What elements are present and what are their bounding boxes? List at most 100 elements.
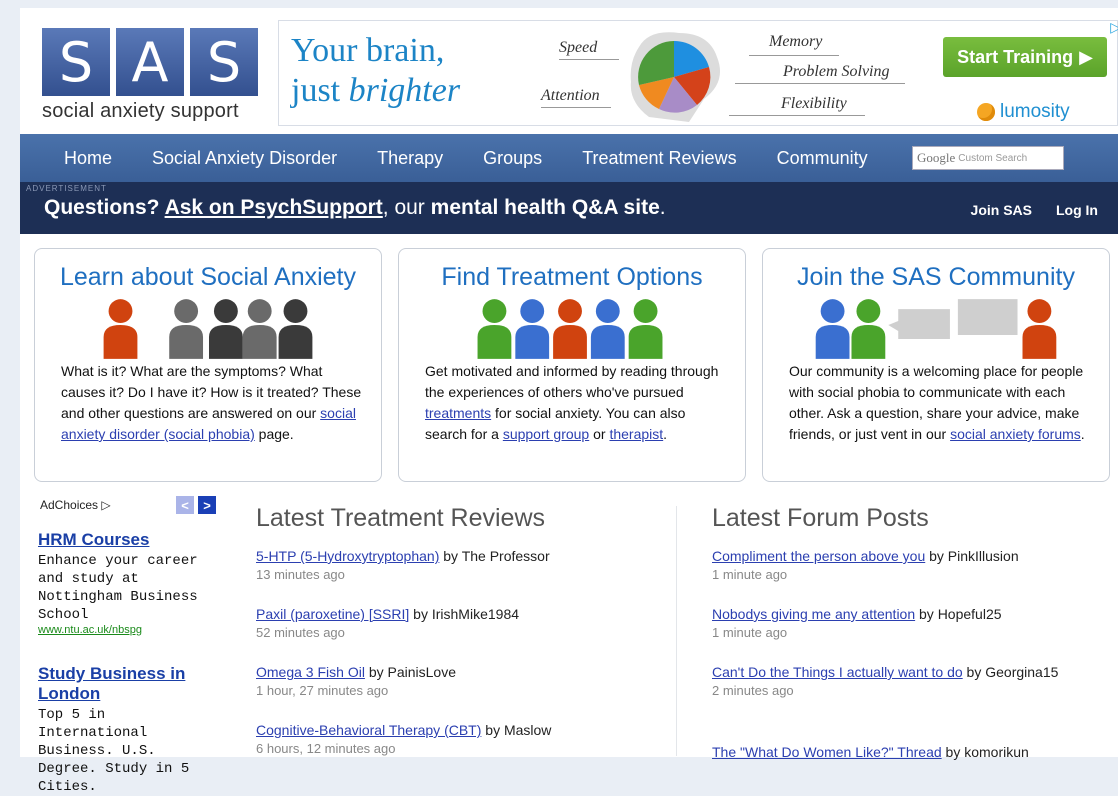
banner-line [729, 115, 865, 116]
banner-label-problem-solving: Problem Solving [783, 63, 890, 80]
adchoices-label[interactable]: AdChoices ▷ [40, 498, 111, 512]
support-group-link[interactable]: support group [503, 426, 589, 442]
ad-item[interactable]: Study Business in London Top 5 in Intern… [38, 664, 218, 796]
latest-reviews: Latest Treatment Reviews 5-HTP (5-Hydrox… [256, 504, 656, 756]
logo-tagline: social anxiety support [42, 100, 239, 122]
feature-community-title[interactable]: Join the SAS Community [763, 263, 1109, 292]
logo-letter-s2: S [190, 28, 258, 96]
lumosity-brand: lumosity [977, 101, 1070, 123]
social-anxiety-forums-link[interactable]: social anxiety forums [950, 426, 1081, 442]
timestamp: 52 minutes ago [256, 625, 345, 640]
log-in-link[interactable]: Log In [1056, 202, 1098, 218]
list-item: Can't Do the Things I actually want to d… [712, 664, 1072, 698]
timestamp: 1 minute ago [712, 625, 788, 640]
psychsupport-bar: ADVERTISEMENT Questions? Ask on PsychSup… [20, 182, 1118, 234]
page: S A S social anxiety support Your brain,… [20, 8, 1118, 795]
logo-letter-a: A [116, 28, 184, 96]
list-item: 5-HTP (5-Hydroxytryptophan) by The Profe… [256, 548, 550, 582]
banner-headline-line1: Your brain, [291, 32, 445, 69]
banner-label-memory: Memory [769, 33, 823, 50]
nav-item-social-anxiety-disorder[interactable]: Social Anxiety Disorder [152, 148, 337, 169]
lumosity-banner-ad[interactable]: Your brain, just brighter Speed Attentio… [278, 19, 1118, 126]
forum-post-link[interactable]: Compliment the person above you [712, 548, 925, 564]
list-item: The "What Do Women Like?" Thread by komo… [712, 744, 1029, 760]
google-brand: Google [917, 150, 956, 165]
nav-item-groups[interactable]: Groups [483, 148, 542, 169]
banner-label-flexibility: Flexibility [781, 95, 847, 112]
search-placeholder: Custom Search [958, 152, 1028, 164]
lumosity-logo-icon [977, 103, 995, 121]
psychsupport-promo: Questions? Ask on PsychSupport, our ment… [44, 196, 666, 219]
ad-info-icon[interactable]: ▷ [1110, 19, 1118, 36]
brain-pie-chart-icon [630, 32, 721, 122]
feature-learn-text: What is it? What are the symptoms? What … [61, 363, 362, 442]
latest-forum-posts: Latest Forum Posts Compliment the person… [712, 504, 1112, 760]
lumosity-brand-text: lumosity [1000, 101, 1070, 122]
timestamp: 6 hours, 12 minutes ago [256, 741, 396, 756]
ad-url[interactable]: www.ntu.ac.uk/nbspg [38, 624, 218, 636]
feature-community: Join the SAS Community Our community is … [762, 248, 1110, 482]
review-link[interactable]: Cognitive-Behavioral Therapy (CBT) [256, 722, 481, 738]
adchoices-icon: ▷ [101, 498, 111, 512]
feature-learn-title[interactable]: Learn about Social Anxiety [35, 263, 381, 292]
ad-prev-button[interactable]: < [176, 496, 194, 514]
main-nav: Home Social Anxiety Disorder Therapy Gro… [20, 134, 1118, 182]
forum-post-link[interactable]: Can't Do the Things I actually want to d… [712, 664, 963, 680]
banner-label-speed: Speed [559, 39, 598, 56]
list-item: Cognitive-Behavioral Therapy (CBT) by Ma… [256, 722, 552, 756]
banner-line [559, 59, 619, 60]
search-input[interactable]: Google Custom Search [912, 146, 1064, 170]
people-group-icon [477, 299, 663, 359]
banner-line [541, 107, 611, 108]
ad-title[interactable]: HRM Courses [38, 530, 218, 550]
account-links: Join SAS Log In [971, 202, 1098, 218]
review-link[interactable]: Paxil (paroxetine) [SSRI] [256, 606, 409, 622]
list-item: Compliment the person above you by PinkI… [712, 548, 1019, 582]
timestamp: 1 hour, 27 minutes ago [256, 683, 389, 698]
list-item: Nobodys giving me any attention by Hopef… [712, 606, 1002, 640]
feature-treatment-title[interactable]: Find Treatment Options [399, 263, 745, 292]
review-link[interactable]: 5-HTP (5-Hydroxytryptophan) [256, 548, 439, 564]
feature-treatment: Find Treatment Options Get motivated and… [398, 248, 746, 482]
therapist-link[interactable]: therapist [609, 426, 663, 442]
forum-post-link[interactable]: The "What Do Women Like?" Thread [712, 744, 942, 760]
nav-item-home[interactable]: Home [64, 148, 112, 169]
nav-item-therapy[interactable]: Therapy [377, 148, 443, 169]
treatments-link[interactable]: treatments [425, 405, 491, 421]
timestamp: 2 minutes ago [712, 683, 794, 698]
banner-headline: Your brain, just brighter [291, 31, 460, 111]
speech-bubble-icon [957, 299, 1018, 335]
join-sas-link[interactable]: Join SAS [971, 202, 1032, 218]
ad-title[interactable]: Study Business in London [38, 664, 218, 704]
list-item: Paxil (paroxetine) [SSRI] by IrishMike19… [256, 606, 520, 640]
speech-bubble-icon [888, 309, 950, 339]
timestamp: 13 minutes ago [256, 567, 345, 582]
banner-line [749, 55, 839, 56]
forum-post-link[interactable]: Nobodys giving me any attention [712, 606, 915, 622]
sas-logo[interactable]: S A S social anxiety support [42, 28, 262, 128]
nav-item-community[interactable]: Community [777, 148, 868, 169]
ad-description: Top 5 in International Business. U.S. De… [38, 707, 190, 795]
timestamp: 1 minute ago [712, 567, 788, 582]
ad-next-button[interactable]: > [198, 496, 216, 514]
start-training-button[interactable]: Start Training ▶ [943, 37, 1107, 77]
feature-community-text: Our community is a welcoming place for p… [789, 363, 1085, 442]
banner-label-attention: Attention [541, 87, 600, 104]
people-chatting-icon [815, 299, 1057, 359]
people-group-icon [103, 299, 313, 359]
feature-treatment-text: Get motivated and informed by reading th… [425, 363, 719, 442]
banner-line [735, 83, 905, 84]
start-training-label: Start Training [957, 46, 1074, 67]
logo-letter-s: S [42, 28, 110, 96]
feature-learn: Learn about Social Anxiety What is it? W… [34, 248, 382, 482]
play-arrow-icon: ▶ [1079, 46, 1093, 67]
advertisement-label: ADVERTISEMENT [26, 184, 107, 193]
column-divider [676, 506, 677, 756]
nav-item-treatment-reviews[interactable]: Treatment Reviews [582, 148, 736, 169]
latest-reviews-heading: Latest Treatment Reviews [256, 504, 546, 532]
review-link[interactable]: Omega 3 Fish Oil [256, 664, 365, 680]
ad-description: Enhance your career and study at Notting… [38, 553, 198, 623]
banner-headline-line2: just brighter [291, 72, 461, 109]
psychsupport-link[interactable]: Ask on PsychSupport [165, 196, 383, 219]
ad-item[interactable]: HRM Courses Enhance your career and stud… [38, 530, 218, 636]
